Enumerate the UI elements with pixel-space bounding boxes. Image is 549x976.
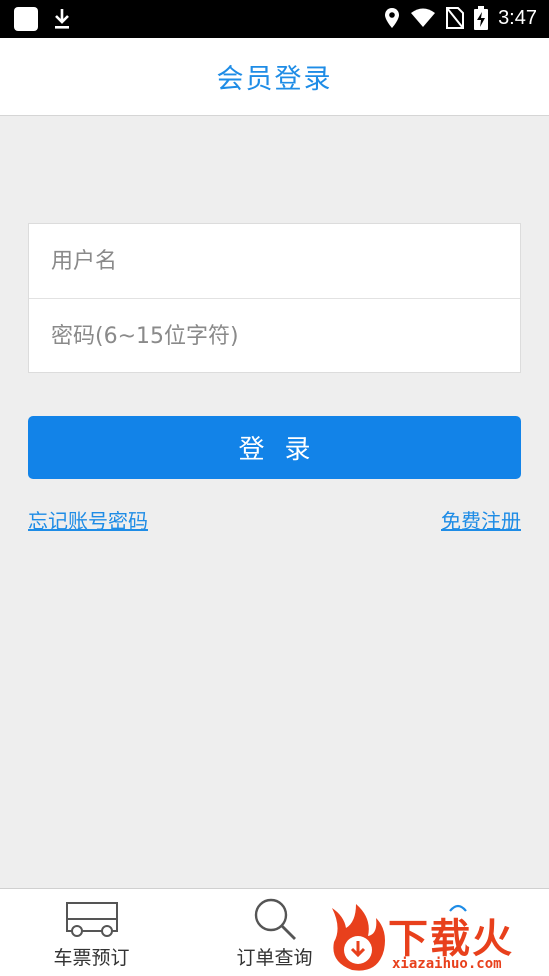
login-button[interactable]: 登录	[28, 416, 521, 479]
watermark-url: xiazaihuo.com	[392, 956, 502, 972]
forgot-password-link[interactable]: 忘记账号密码	[28, 505, 148, 534]
location-icon	[385, 8, 400, 28]
login-form	[28, 223, 521, 373]
app-header: 会员登录	[0, 38, 549, 116]
watermark: 下载火 xiazaihuo.com	[322, 900, 549, 976]
battery-charging-icon	[474, 6, 489, 30]
status-time: 3:47	[498, 6, 537, 29]
wifi-icon	[411, 8, 436, 27]
password-input[interactable]	[29, 299, 520, 373]
tab-label: 订单查询	[236, 947, 313, 969]
download-icon	[55, 9, 69, 29]
flame-logo-icon	[332, 904, 385, 971]
notification-app-icon	[14, 7, 38, 31]
bus-icon	[65, 902, 118, 937]
register-link[interactable]: 免费注册	[441, 505, 521, 534]
tab-ticket-booking[interactable]: 车票预订	[0, 889, 183, 976]
search-icon	[254, 898, 296, 940]
username-input[interactable]	[29, 224, 520, 298]
page-title: 会员登录	[216, 64, 333, 95]
tab-label: 车票预订	[53, 947, 130, 969]
no-sim-icon	[446, 7, 465, 29]
status-bar: 3:47	[0, 0, 549, 38]
